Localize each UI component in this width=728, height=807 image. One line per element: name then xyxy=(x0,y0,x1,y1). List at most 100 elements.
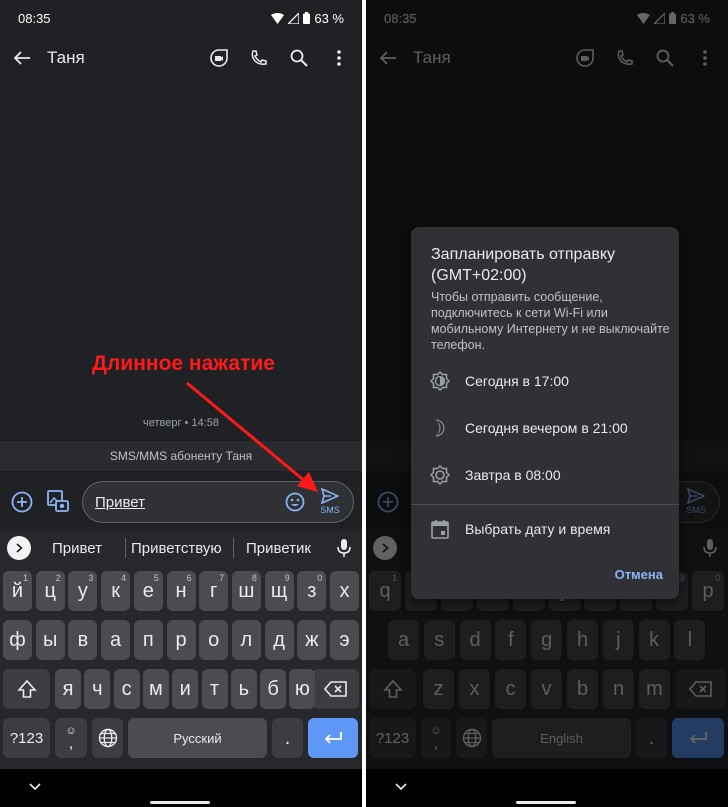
key[interactable]: ы xyxy=(35,620,65,660)
suggestion-divider xyxy=(233,538,234,558)
emoji-button[interactable] xyxy=(285,492,305,512)
key[interactable]: х xyxy=(330,571,359,611)
key-label: т xyxy=(209,677,220,700)
gallery-button[interactable] xyxy=(46,489,70,513)
key-label: э xyxy=(339,628,350,651)
navigation-bar xyxy=(0,769,362,807)
key[interactable]: р xyxy=(166,620,196,660)
option-label: Выбрать дату и время xyxy=(465,521,611,537)
key[interactable]: 5е xyxy=(133,571,163,611)
dialog-title: Запланировать отправку (GMT+02:00) xyxy=(431,246,616,284)
key-label: ь xyxy=(238,677,249,700)
comma-label: , xyxy=(68,734,74,752)
arrow-left-icon xyxy=(13,51,30,65)
key[interactable]: с xyxy=(113,669,140,709)
space-key[interactable]: Русский xyxy=(128,718,267,758)
back-button[interactable] xyxy=(11,47,33,69)
key-label: й xyxy=(11,579,24,602)
key-label: п xyxy=(142,628,154,651)
key-label: н xyxy=(175,579,187,602)
enter-key[interactable] xyxy=(308,718,358,758)
home-gesture-bar[interactable] xyxy=(516,801,576,804)
option-today-17[interactable]: Сегодня в 17:00 xyxy=(411,361,679,401)
wifi-icon xyxy=(271,12,285,24)
battery-percent: 63 % xyxy=(314,10,344,26)
key[interactable]: д xyxy=(264,620,294,660)
voice-input-button[interactable] xyxy=(336,537,352,559)
send-sms-button[interactable]: SMS xyxy=(315,488,345,518)
key[interactable]: 8ш xyxy=(231,571,261,611)
key[interactable]: п xyxy=(133,620,163,660)
key[interactable]: в xyxy=(68,620,98,660)
suggestion-1[interactable]: Привет xyxy=(52,540,102,557)
key-label: м xyxy=(149,677,163,700)
option-pick-date-time[interactable]: Выбрать дату и время xyxy=(411,509,679,549)
language-key[interactable] xyxy=(92,718,123,758)
shift-key[interactable] xyxy=(3,669,50,709)
key[interactable]: ф xyxy=(3,620,32,660)
key[interactable]: ч xyxy=(84,669,111,709)
key-label: д xyxy=(273,628,285,651)
status-time: 08:35 xyxy=(18,10,51,26)
key[interactable]: 9щ xyxy=(264,571,294,611)
brightness-icon xyxy=(430,371,450,391)
key[interactable]: ж xyxy=(297,620,327,660)
send-sms-label: SMS xyxy=(320,505,340,515)
suggestion-strip: Привет Приветствую Приветик xyxy=(0,529,362,567)
video-call-button[interactable] xyxy=(208,47,230,69)
key[interactable]: 4к xyxy=(101,571,131,611)
dialog-description: Чтобы отправить сообщение, подключитесь … xyxy=(431,290,670,352)
left-screen: 08:35 63 % Таня Длинное нажатие четверг … xyxy=(0,0,362,807)
key[interactable]: э xyxy=(330,620,359,660)
option-tonight-21[interactable]: Сегодня вечером в 21:00 xyxy=(411,408,679,448)
key[interactable]: и xyxy=(172,669,199,709)
message-date-label: четверг • 14:58 xyxy=(143,417,219,429)
key[interactable]: л xyxy=(231,620,261,660)
key[interactable]: 7г xyxy=(199,571,229,611)
key[interactable]: т xyxy=(201,669,228,709)
period-key[interactable]: . xyxy=(272,718,303,758)
key[interactable]: б xyxy=(260,669,287,709)
key[interactable]: 6н xyxy=(166,571,196,611)
key[interactable]: а xyxy=(101,620,131,660)
cancel-button[interactable]: Отмена xyxy=(615,567,663,582)
key[interactable]: я xyxy=(55,669,81,709)
chevron-down-icon xyxy=(29,783,41,791)
keyboard-russian: Привет Приветствую Приветик 1й2ц3у4к5е6н… xyxy=(0,529,362,769)
hide-keyboard-button[interactable] xyxy=(394,779,408,791)
home-gesture-bar[interactable] xyxy=(150,801,210,804)
hide-keyboard-button[interactable] xyxy=(28,779,42,791)
key[interactable]: 1й xyxy=(3,571,32,611)
expand-toolbar-button[interactable] xyxy=(7,536,31,560)
signal-icon xyxy=(288,12,300,24)
key[interactable]: 0з xyxy=(297,571,327,611)
mic-icon xyxy=(337,539,351,557)
message-input[interactable]: Привет SMS xyxy=(82,481,354,523)
key-number-hint: 0 xyxy=(317,573,323,583)
key-label: ц xyxy=(44,579,56,602)
dialog-divider xyxy=(411,504,679,505)
search-button[interactable] xyxy=(288,47,310,69)
moon-icon xyxy=(435,419,445,437)
key[interactable]: 2ц xyxy=(35,571,65,611)
key[interactable]: о xyxy=(199,620,229,660)
call-button[interactable] xyxy=(248,47,270,69)
right-screen: 08:35 63 % Таня SMS/MMS абоненту Таня SM… xyxy=(366,0,728,807)
key-label: ы xyxy=(43,628,58,651)
option-tomorrow-08[interactable]: Завтра в 08:00 xyxy=(411,455,679,495)
backspace-key[interactable] xyxy=(312,669,359,709)
key[interactable]: м xyxy=(142,669,169,709)
suggestion-3[interactable]: Приветик xyxy=(246,540,311,557)
suggestion-2[interactable]: Приветствую xyxy=(131,540,222,557)
add-attachment-button[interactable] xyxy=(11,491,33,513)
key-row-4: ?123 ☺, Русский . xyxy=(0,718,362,762)
sms-recipient-banner: SMS/MMS абоненту Таня xyxy=(0,441,362,471)
key[interactable]: ь xyxy=(230,669,257,709)
key[interactable]: ю xyxy=(289,669,316,709)
more-options-button[interactable] xyxy=(328,47,350,69)
calendar-icon xyxy=(431,520,449,539)
key[interactable]: 3у xyxy=(68,571,98,611)
comma-emoji-key[interactable]: ☺, xyxy=(55,718,87,758)
key-number-hint: 8 xyxy=(251,573,257,583)
symbols-key[interactable]: ?123 xyxy=(3,718,50,758)
